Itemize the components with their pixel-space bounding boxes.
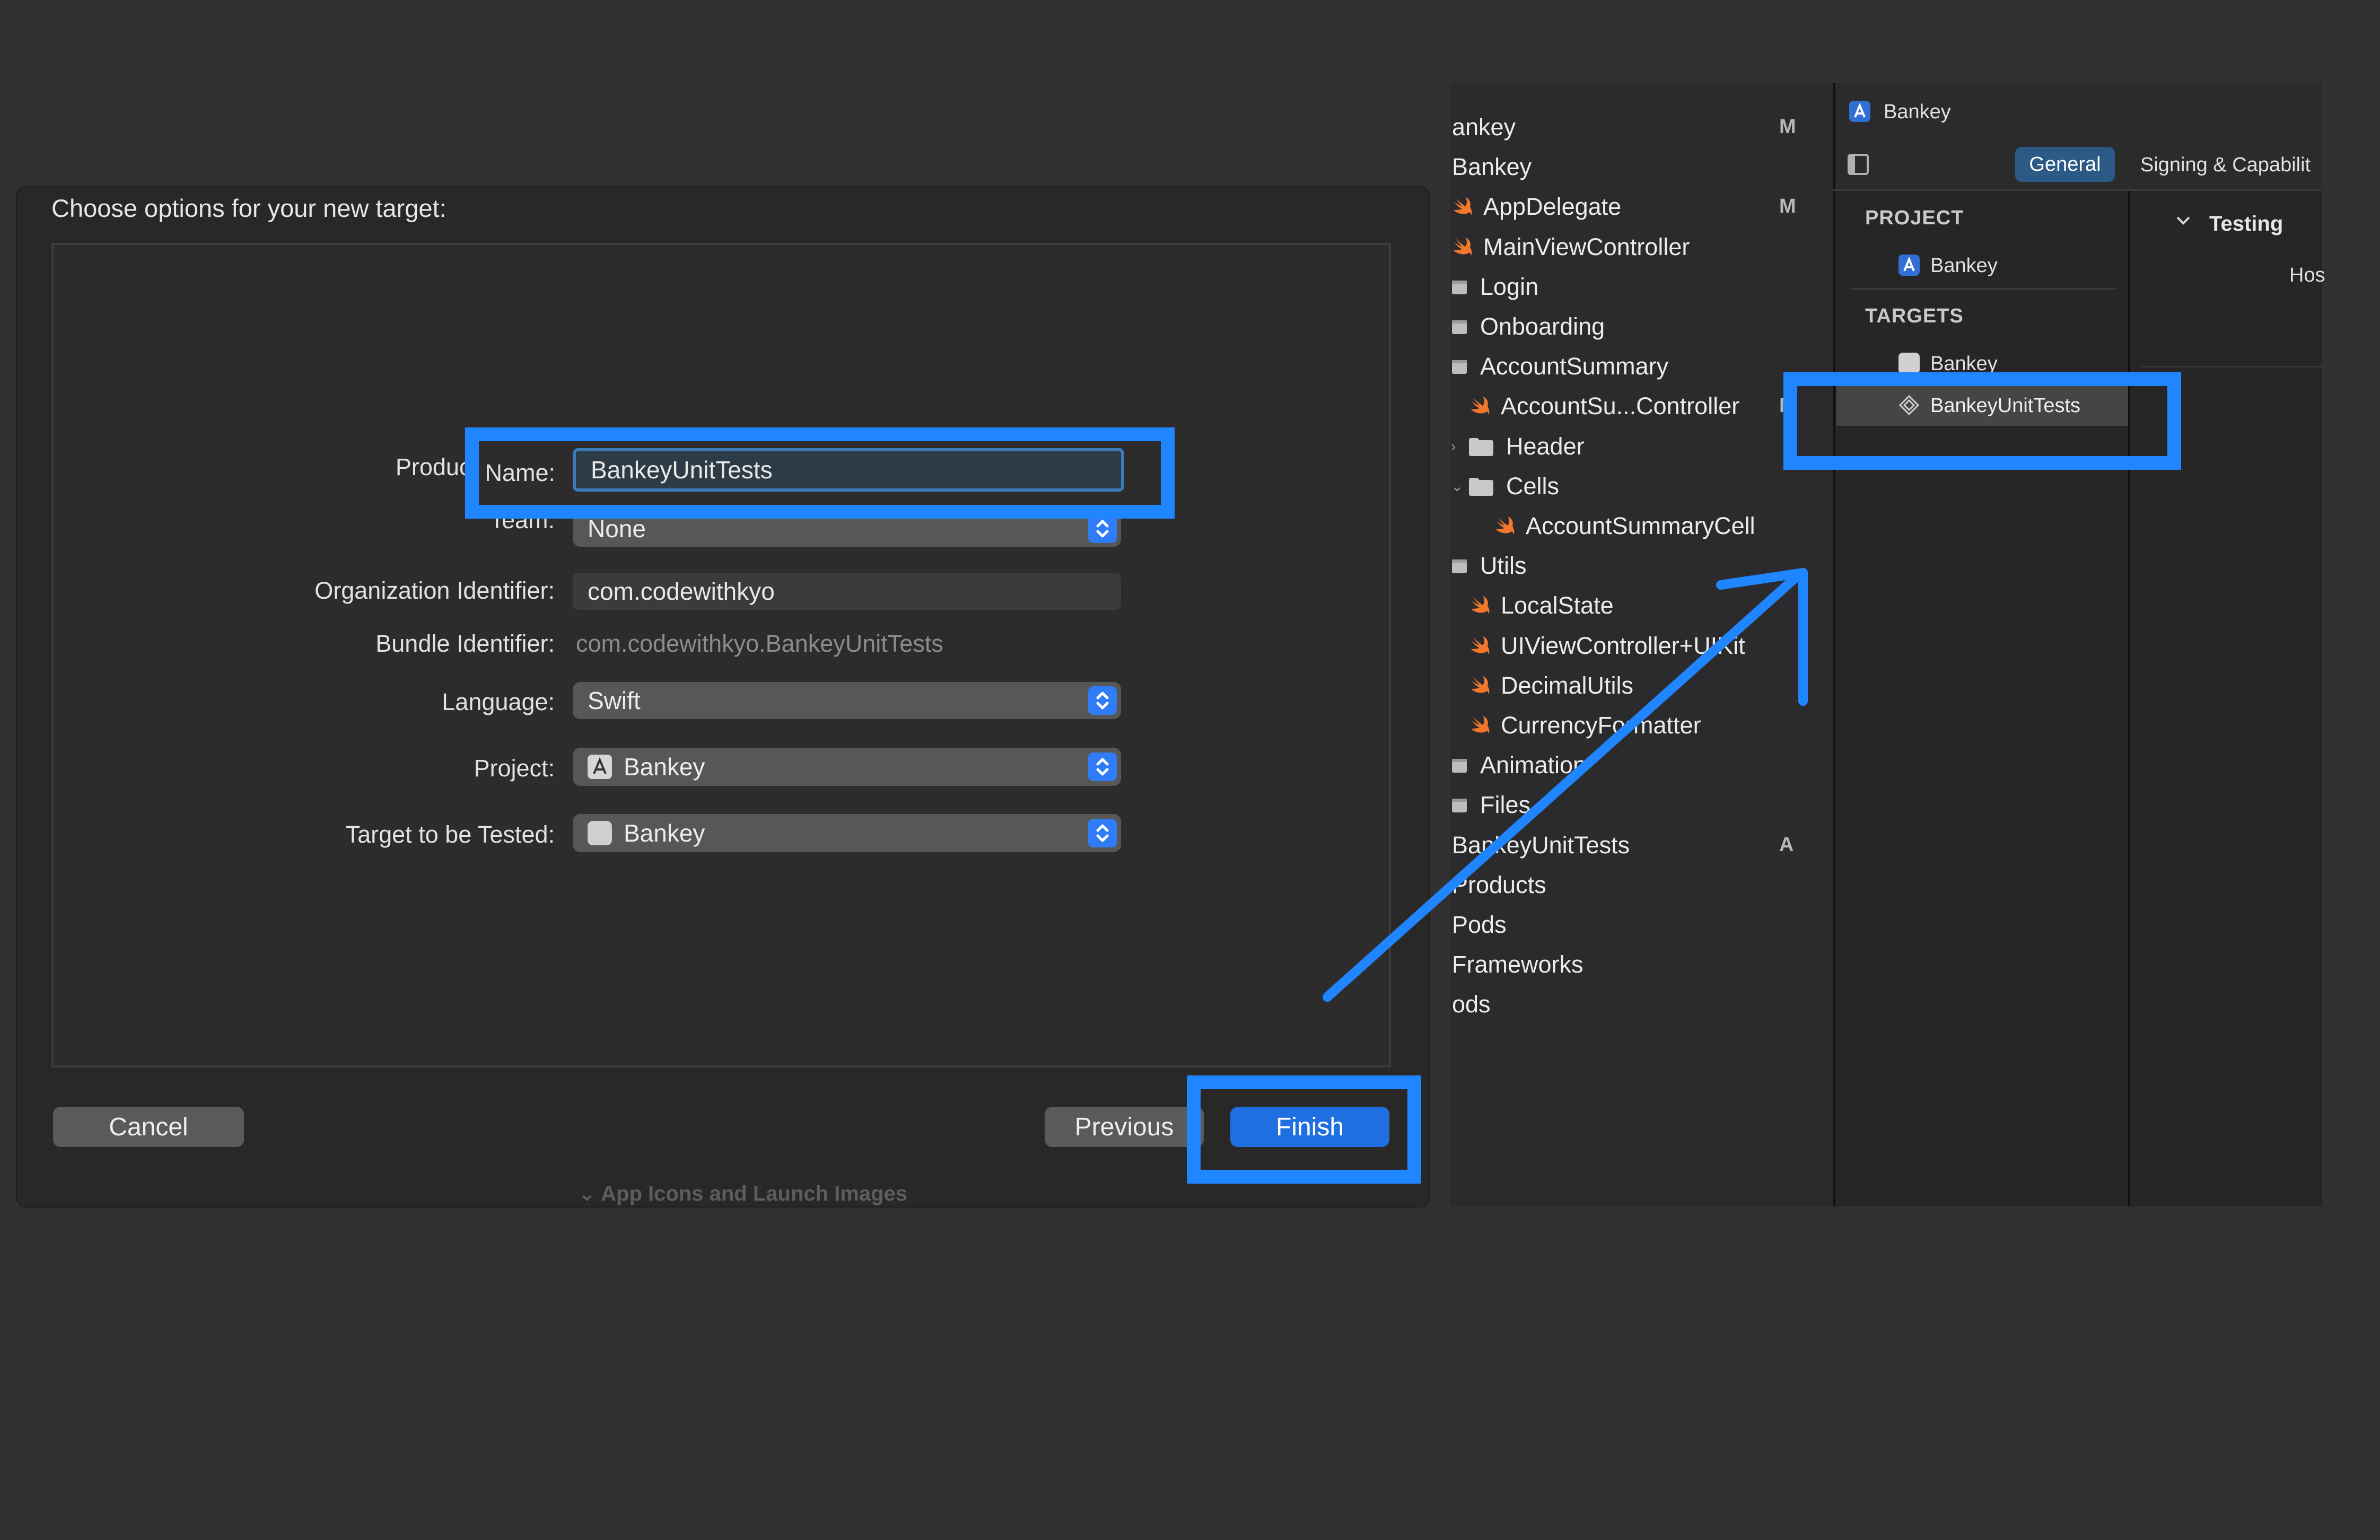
annotation-arrow [1323, 568, 1808, 1002]
